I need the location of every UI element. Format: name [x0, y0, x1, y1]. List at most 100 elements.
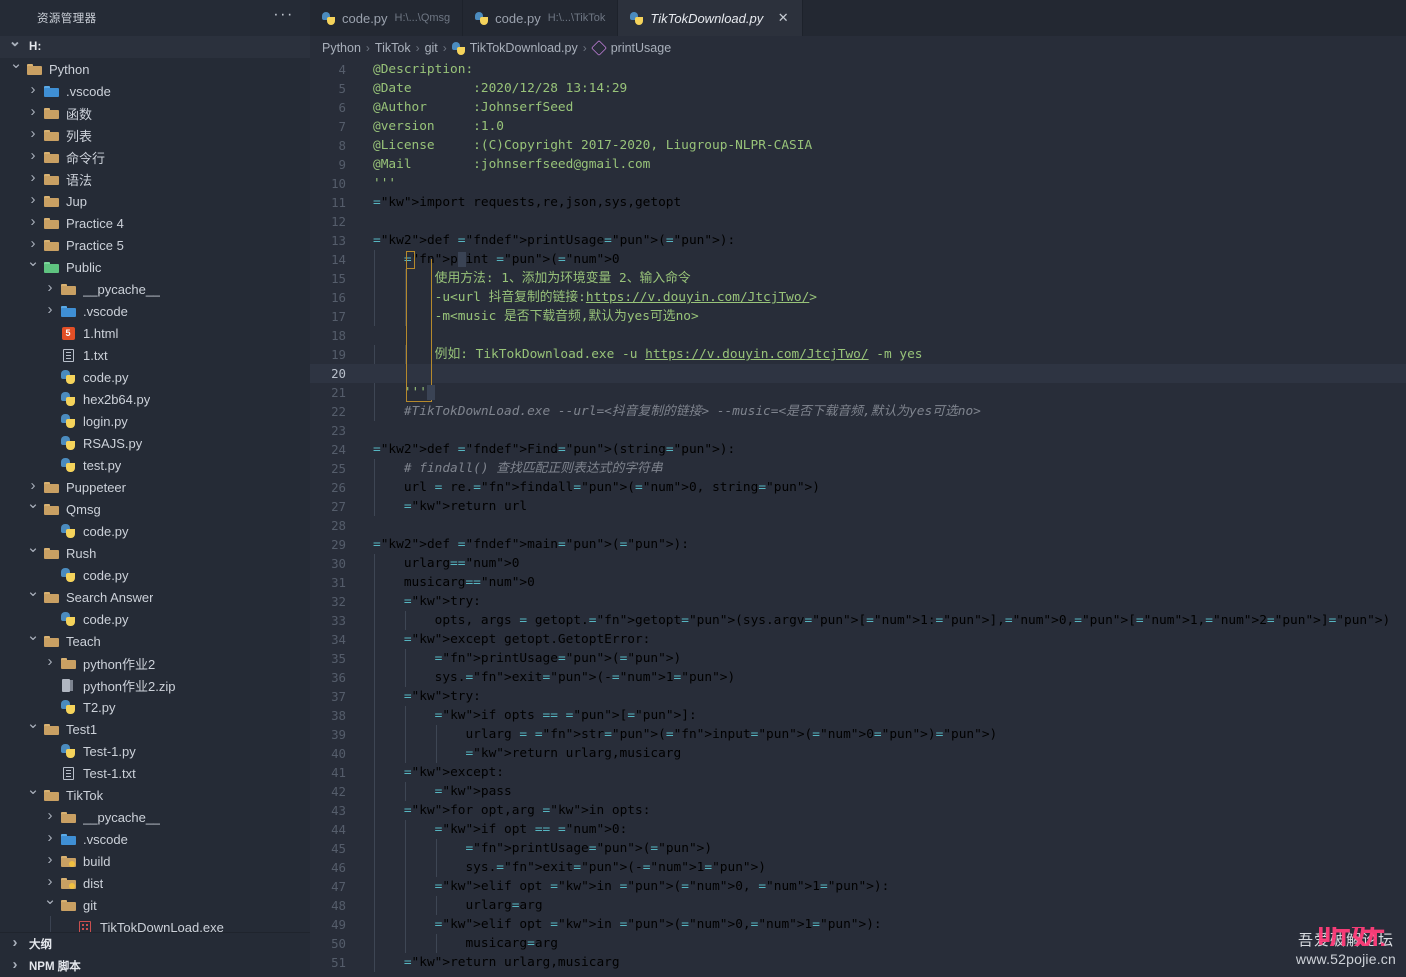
tree-item[interactable]: python作业2.zip [0, 674, 310, 696]
breadcrumb-item[interactable]: TikTok [375, 41, 411, 55]
code-line[interactable]: 7@version :1.0 [310, 117, 1406, 136]
code-line[interactable]: 11="kw">import requests,re,json,sys,geto… [310, 193, 1406, 212]
tree-item[interactable]: TikTokDownLoad.exe [0, 916, 310, 932]
tree-item[interactable]: code.py [0, 564, 310, 586]
code-line[interactable]: 12 [310, 212, 1406, 231]
code-line[interactable]: 24="kw2">def ="fndef">Find="pun">(string… [310, 440, 1406, 459]
tree-item[interactable]: 语法 [0, 168, 310, 190]
tree-item[interactable]: hex2b64.py [0, 388, 310, 410]
code-line[interactable]: 6@Author :JohnserfSeed [310, 98, 1406, 117]
chevron-down-icon[interactable] [7, 35, 23, 59]
code-line[interactable]: 4@Description: [310, 60, 1406, 79]
breadcrumb-item[interactable]: printUsage [611, 41, 671, 55]
chevron-right-icon[interactable] [42, 805, 58, 829]
code-line[interactable]: 21 ''') [310, 383, 1406, 402]
file-tree[interactable]: Python.vscode函数列表命令行语法JupPractice 4Pract… [0, 58, 310, 932]
breadcrumb-item[interactable]: TikTokDownload.py [470, 41, 578, 55]
tree-item[interactable]: RSAJS.py [0, 432, 310, 454]
code-line[interactable]: 15 使用方法: 1、添加为环境变量 2、输入命令 [310, 269, 1406, 288]
code-line[interactable]: 17 -m<music 是否下载音频,默认为yes可选no> [310, 307, 1406, 326]
code-line[interactable]: 34 ="kw">except getopt.GetoptError: [310, 630, 1406, 649]
code-line[interactable]: 28 [310, 516, 1406, 535]
tree-item[interactable]: login.py [0, 410, 310, 432]
chevron-down-icon[interactable] [25, 717, 41, 741]
code-line[interactable]: 23 [310, 421, 1406, 440]
chevron-right-icon[interactable] [25, 101, 41, 125]
chevron-right-icon[interactable] [42, 277, 58, 301]
code-line[interactable]: 49 ="kw">elif opt ="kw">in ="pun">(="num… [310, 915, 1406, 934]
code-line[interactable]: 5@Date :2020/12/28 13:14:29 [310, 79, 1406, 98]
chevron-right-icon[interactable] [25, 145, 41, 169]
chevron-down-icon[interactable] [25, 255, 41, 279]
tree-item[interactable]: Public [0, 256, 310, 278]
code-line[interactable]: 39 urlarg = ="fn">str="pun">(="fn">input… [310, 725, 1406, 744]
chevron-right-icon[interactable] [25, 167, 41, 191]
tree-item[interactable]: test.py [0, 454, 310, 476]
code-line[interactable]: 51 ="kw">return urlarg,musicarg [310, 953, 1406, 972]
tree-item[interactable]: __pycache__ [0, 806, 310, 828]
chevron-down-icon[interactable] [42, 893, 58, 917]
chevron-right-icon[interactable] [25, 79, 41, 103]
code-line[interactable]: 47 ="kw">elif opt ="kw">in ="pun">(="num… [310, 877, 1406, 896]
tree-item[interactable]: Rush [0, 542, 310, 564]
chevron-down-icon[interactable] [25, 541, 41, 565]
tree-item[interactable]: Test1 [0, 718, 310, 740]
code-line[interactable]: 14 ="fn">print ="pun">(="num">0 [310, 250, 1406, 269]
chevron-right-icon[interactable] [25, 123, 41, 147]
tree-item[interactable]: python作业2 [0, 652, 310, 674]
code-editor[interactable]: 4@Description:5@Date :2020/12/28 13:14:2… [310, 60, 1406, 977]
code-line[interactable]: 22 #TikTokDownLoad.exe --url=<抖音复制的链接> -… [310, 402, 1406, 421]
npm-scripts-panel-header[interactable]: NPM 脚本 [0, 955, 310, 977]
code-lines[interactable]: 4@Description:5@Date :2020/12/28 13:14:2… [310, 60, 1406, 972]
tree-item[interactable]: Jup [0, 190, 310, 212]
code-line[interactable]: 25 # findall() 查找匹配正则表达式的字符串 [310, 459, 1406, 478]
code-line[interactable]: 42 ="kw">pass [310, 782, 1406, 801]
code-line[interactable]: 36 sys.="fn">exit="pun">(-="num">1="pun"… [310, 668, 1406, 687]
tree-item[interactable]: 1.txt [0, 344, 310, 366]
code-line[interactable]: 26 url = re.="fn">findall="pun">(="num">… [310, 478, 1406, 497]
code-line[interactable]: 35 ="fn">printUsage="pun">(="pun">) [310, 649, 1406, 668]
code-line[interactable]: 10''' [310, 174, 1406, 193]
chevron-down-icon[interactable] [25, 497, 41, 521]
outline-panel-header[interactable]: 大纲 [0, 933, 310, 955]
editor-tab[interactable]: code.pyH:\...\Qmsg [310, 0, 463, 36]
code-line[interactable]: 40 ="kw">return urlarg,musicarg [310, 744, 1406, 763]
chevron-right-icon[interactable] [42, 849, 58, 873]
chevron-right-icon[interactable] [25, 211, 41, 235]
tree-item[interactable]: T2.py [0, 696, 310, 718]
chevron-right-icon[interactable] [25, 189, 41, 213]
tree-item[interactable]: 命令行 [0, 146, 310, 168]
tree-item[interactable]: 列表 [0, 124, 310, 146]
tree-item[interactable]: build [0, 850, 310, 872]
code-line[interactable]: 18 [310, 326, 1406, 345]
tree-item[interactable]: .vscode [0, 80, 310, 102]
workspace-root-row[interactable]: H: [0, 36, 310, 58]
code-line[interactable]: 33 opts, args = getopt.="fn">getopt="pun… [310, 611, 1406, 630]
code-line[interactable]: 13="kw2">def ="fndef">printUsage="pun">(… [310, 231, 1406, 250]
tree-item[interactable]: 函数 [0, 102, 310, 124]
tree-item[interactable]: __pycache__ [0, 278, 310, 300]
chevron-down-icon[interactable] [25, 585, 41, 609]
code-line[interactable]: 8@License :(C)Copyright 2017-2020, Liugr… [310, 136, 1406, 155]
tree-item[interactable]: Test-1.py [0, 740, 310, 762]
chevron-right-icon[interactable] [42, 827, 58, 851]
chevron-down-icon[interactable] [25, 783, 41, 807]
breadcrumb-item[interactable]: git [425, 41, 438, 55]
tree-item[interactable]: .vscode [0, 300, 310, 322]
code-line[interactable]: 20 [310, 364, 1406, 383]
tree-item[interactable]: TikTok [0, 784, 310, 806]
code-line[interactable]: 9@Mail :johnserfseed@gmail.com [310, 155, 1406, 174]
code-line[interactable]: 48 urlarg=arg [310, 896, 1406, 915]
editor-tab[interactable]: TikTokDownload.py✕ [618, 0, 803, 36]
breadcrumb-item[interactable]: Python [322, 41, 361, 55]
tree-item[interactable]: Practice 5 [0, 234, 310, 256]
code-line[interactable]: 38 ="kw">if opts == ="pun">[="pun">]: [310, 706, 1406, 725]
editor-tab[interactable]: code.pyH:\...\TikTok [463, 0, 618, 36]
code-line[interactable]: 19 例如: TikTokDownload.exe -u https://v.d… [310, 345, 1406, 364]
tree-item[interactable]: Test-1.txt [0, 762, 310, 784]
editor-tab-bar[interactable]: code.pyH:\...\Qmsgcode.pyH:\...\TikTokTi… [310, 0, 1406, 36]
tree-item[interactable]: git [0, 894, 310, 916]
code-line[interactable]: 44 ="kw">if opt == ="num">0: [310, 820, 1406, 839]
tree-item[interactable]: Qmsg [0, 498, 310, 520]
code-line[interactable]: 29="kw2">def ="fndef">main="pun">(="pun"… [310, 535, 1406, 554]
